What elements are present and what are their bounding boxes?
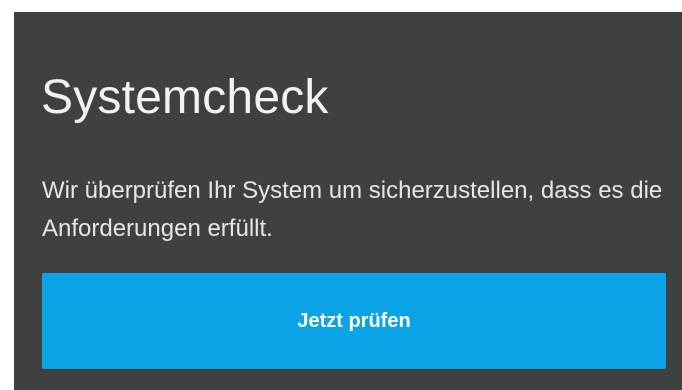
systemcheck-panel: Systemcheck Wir überprüfen Ihr System um…	[14, 12, 682, 390]
page-title: Systemcheck	[41, 71, 329, 124]
check-now-button[interactable]: Jetzt prüfen	[42, 273, 666, 369]
description-text: Wir überprüfen Ihr System um sicherzuste…	[42, 177, 663, 242]
